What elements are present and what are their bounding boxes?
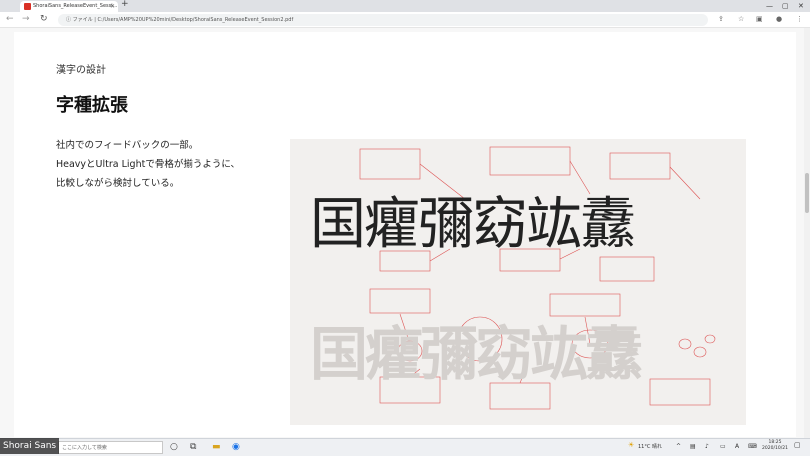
taskbar-search-input[interactable]: ここに入力して検索 <box>58 441 163 454</box>
speaker-icon[interactable]: ♪ <box>705 443 709 450</box>
maximize-icon[interactable]: ▢ <box>782 0 789 12</box>
kanji-heavy-sample: 国癯彌窈竑纛 <box>310 320 643 388</box>
ime-indicator[interactable]: A <box>735 443 739 450</box>
close-icon[interactable]: ✕ <box>110 1 115 12</box>
chrome-icon[interactable]: ◉ <box>232 441 240 454</box>
weather-icon: ☀ <box>628 441 635 449</box>
reload-icon[interactable]: ↻ <box>40 14 48 24</box>
feedback-sketch-image: 国癯彌窈竑纛 国癯彌窈竑纛 <box>290 139 746 425</box>
tab-pdf[interactable]: ShoraiSans_ReleaseEvent_Sessi... ✕ <box>20 1 118 12</box>
window-close-icon[interactable]: ✕ <box>798 0 804 12</box>
pdf-icon <box>24 3 31 10</box>
scroll-thumb[interactable] <box>805 173 809 213</box>
back-icon[interactable]: ← <box>6 14 14 24</box>
weather-text[interactable]: 11°C 晴れ <box>638 443 662 450</box>
new-tab-icon[interactable]: + <box>121 0 129 9</box>
forward-icon[interactable]: → <box>22 14 30 24</box>
bookmark-star-icon[interactable]: ☆ <box>738 15 744 23</box>
tab-title: ShoraiSans_ReleaseEvent_Sessi... <box>33 3 118 9</box>
clock-date: 2020/10/21 <box>762 446 788 451</box>
taskbar-clock[interactable]: 18:25 2020/10/21 <box>762 440 788 452</box>
notification-icon[interactable]: ▢ <box>794 441 801 449</box>
slide-title: 字種拡張 <box>56 95 128 116</box>
extensions-icon[interactable]: ▣ <box>756 15 763 23</box>
url-text: C:/Users/AMP%20UP%20mini/Desktop/ShoraiS… <box>97 17 294 23</box>
network-icon[interactable]: ▤ <box>690 443 696 450</box>
minimize-icon[interactable]: — <box>766 0 773 12</box>
battery-icon[interactable]: ▭ <box>720 443 726 450</box>
slide-body: 社内でのフィードバックの一部。 HeavyとUltra Lightで骨格が揃うよ… <box>56 136 240 193</box>
task-view-icon[interactable]: ⧉ <box>190 441 196 454</box>
cortana-icon[interactable]: ○ <box>170 441 178 454</box>
url-prefix: ファイル <box>72 17 93 23</box>
tray-chevron-icon[interactable]: ^ <box>676 443 681 450</box>
menu-icon[interactable]: ⋮ <box>796 15 803 23</box>
browser-toolbar: ← → ↻ ⓘ ファイル | C:/Users/AMP%20UP%20mini/… <box>0 12 810 28</box>
keyboard-icon[interactable]: ⌨ <box>748 443 757 450</box>
pdf-scrollbar[interactable] <box>804 28 810 438</box>
file-explorer-icon[interactable]: ▬ <box>212 441 221 454</box>
info-icon: ⓘ <box>66 17 73 23</box>
body-line: 社内でのフィードバックの一部。 <box>56 140 199 151</box>
body-line: 比較しながら検討している。 <box>56 178 180 189</box>
address-bar[interactable]: ⓘ ファイル | C:/Users/AMP%20UP%20mini/Deskto… <box>58 14 708 26</box>
browser-tab-bar: ShoraiSans_ReleaseEvent_Sessi... ✕ + — ▢… <box>0 0 810 12</box>
profile-icon[interactable]: ● <box>776 15 782 23</box>
slide-breadcrumb: 漢字の設計 <box>56 65 106 76</box>
kanji-light-sample: 国癯彌窈竑纛 <box>310 192 636 257</box>
participant-name-label: Shorai Sans <box>0 438 60 454</box>
share-icon[interactable]: ⇪ <box>718 15 724 23</box>
body-line: HeavyとUltra Lightで骨格が揃うように、 <box>56 159 241 170</box>
